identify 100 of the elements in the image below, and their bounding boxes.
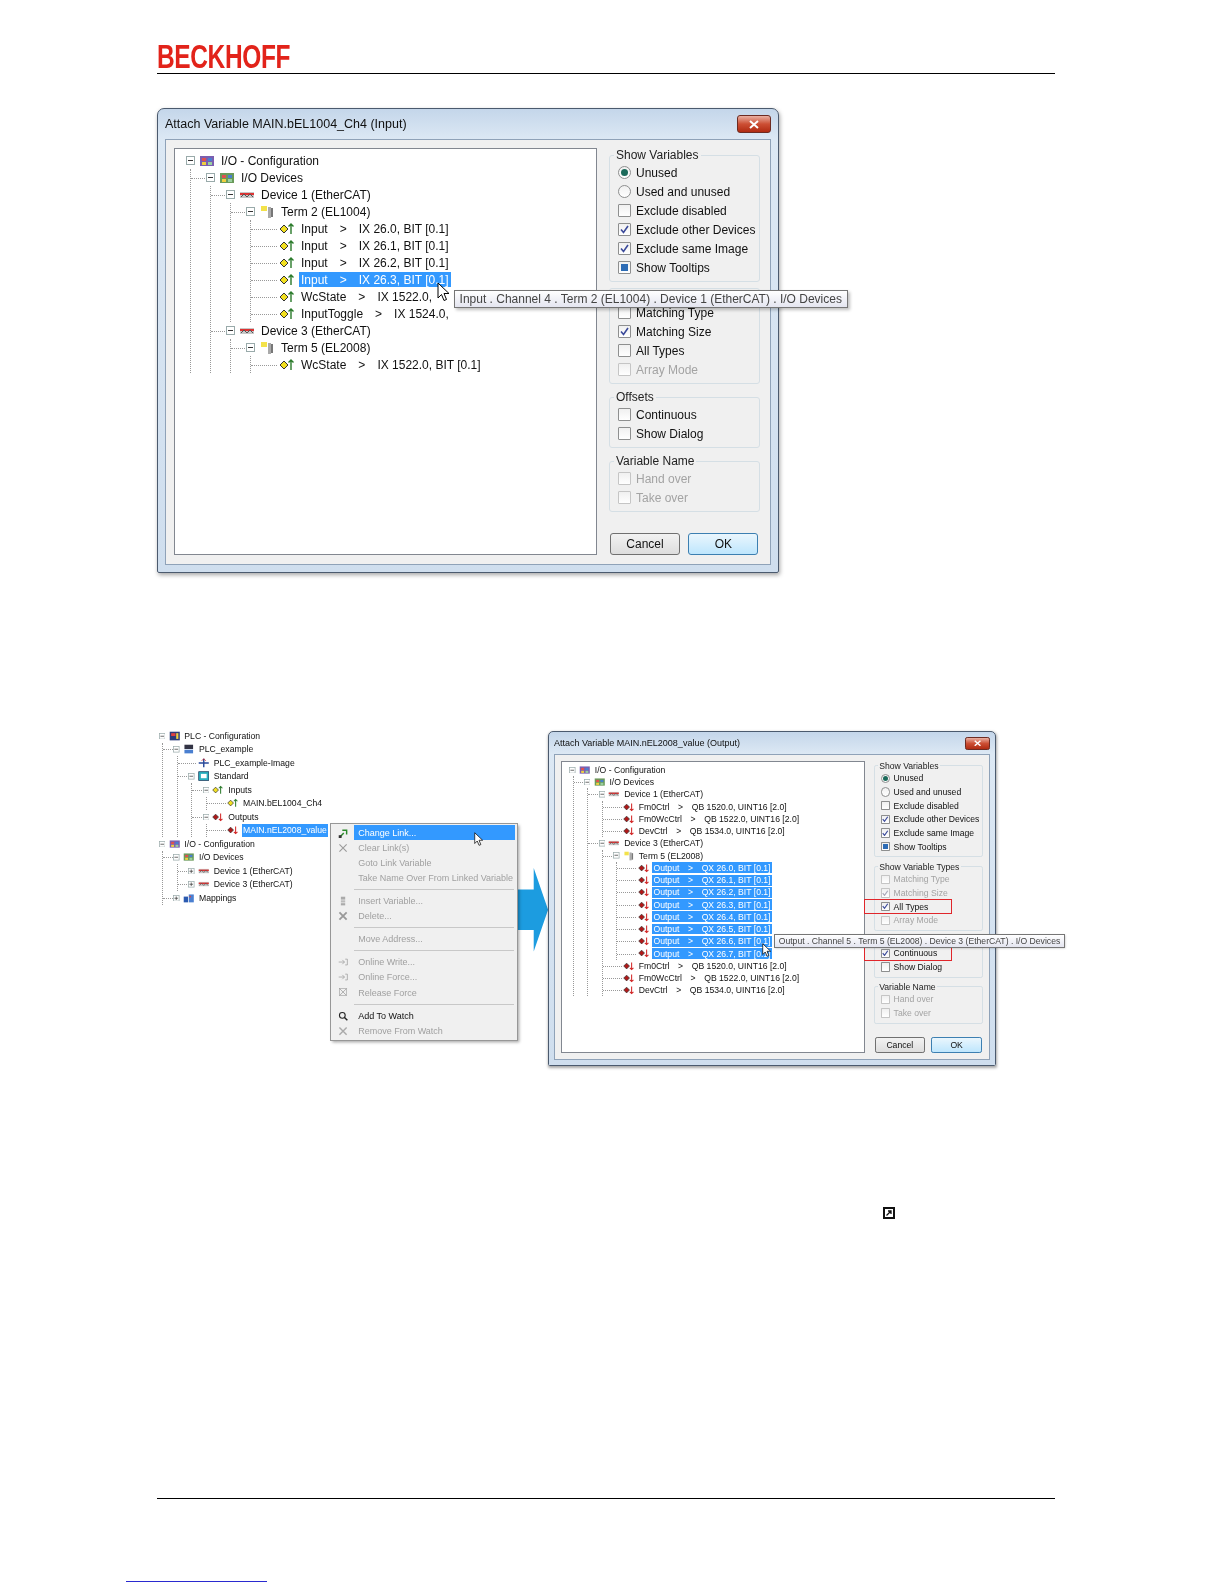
- checkbox[interactable]: [880, 948, 890, 958]
- checkbox[interactable]: [618, 427, 631, 440]
- tree-item[interactable]: I/O - Configuration: [593, 764, 667, 776]
- tree-item[interactable]: InputToggle > IX 1524.0,: [299, 306, 451, 321]
- tree-item[interactable]: WcState > IX 1522.0, BIT [0.1]: [299, 357, 483, 372]
- tree-item[interactable]: PLC - Configuration: [182, 729, 262, 742]
- checkbox[interactable]: [880, 962, 890, 972]
- close-button[interactable]: [737, 115, 771, 133]
- option-label: Matching Type: [893, 874, 950, 885]
- checkbox[interactable]: [618, 325, 631, 338]
- tree-item[interactable]: Fm0Ctrl > QB 1520.0, UINT16 [2.0]: [637, 960, 789, 972]
- tree-item[interactable]: Device 3 (EtherCAT): [212, 878, 294, 891]
- tree-item[interactable]: Input > IX 26.0, BIT [0.1]: [299, 221, 451, 236]
- expand-toggle[interactable]: [173, 894, 180, 902]
- checkbox[interactable]: [880, 901, 890, 912]
- expand-toggle[interactable]: [188, 867, 195, 875]
- tooltip: Input . Channel 4 . Term 2 (EL1004) . Device 1 (EtherCAT) . I/O Devices: [453, 290, 848, 308]
- expand-toggle[interactable]: [202, 813, 210, 821]
- tree-item[interactable]: Term 5 (EL2008): [637, 850, 705, 862]
- group-title: Variable Name: [878, 981, 937, 992]
- checkbox[interactable]: [880, 828, 890, 838]
- tree-item[interactable]: DevCtrl > QB 1534.0, UINT16 [2.0]: [637, 984, 787, 996]
- dialog-button[interactable]: OK: [931, 1036, 982, 1053]
- tree-item[interactable]: Fm0Ctrl > QB 1520.0, UINT16 [2.0]: [637, 801, 789, 813]
- expand-toggle[interactable]: [185, 156, 195, 165]
- expand-toggle[interactable]: [613, 852, 620, 859]
- tree-item[interactable]: I/O Devices: [197, 851, 245, 864]
- expand-toggle[interactable]: [225, 326, 235, 335]
- checkbox[interactable]: [880, 814, 890, 824]
- dialog-button[interactable]: Cancel: [874, 1036, 925, 1053]
- tree-item[interactable]: I/O - Configuration: [182, 837, 257, 850]
- tree-item[interactable]: PLC_example: [197, 743, 255, 756]
- close-button[interactable]: [965, 736, 990, 750]
- radio-button[interactable]: [618, 166, 631, 179]
- tree-item[interactable]: Device 1 (EtherCAT): [212, 864, 294, 877]
- expand-toggle[interactable]: [173, 854, 180, 861]
- expand-toggle[interactable]: [598, 840, 606, 847]
- tree-item[interactable]: I/O - Configuration: [219, 153, 322, 168]
- tree-item[interactable]: PLC_example-Image: [212, 756, 297, 769]
- tree-item[interactable]: I/O Devices: [239, 170, 305, 185]
- tree-item[interactable]: Fm0WcCtrl > QB 1522.0, UINT16 [2.0]: [637, 972, 801, 984]
- tree-item[interactable]: Fm0WcCtrl > QB 1522.0, UINT16 [2.0]: [637, 813, 801, 825]
- expand-toggle[interactable]: [598, 791, 606, 798]
- dialog-button[interactable]: OK: [688, 533, 759, 555]
- group-title: Show Variables: [878, 760, 940, 771]
- dialog-button[interactable]: Cancel: [610, 533, 680, 555]
- checkbox[interactable]: [618, 261, 631, 274]
- radio-button[interactable]: [880, 787, 890, 797]
- expand-toggle[interactable]: [245, 343, 255, 352]
- expand-toggle[interactable]: [188, 881, 195, 888]
- option-label: Hand over: [893, 994, 934, 1005]
- tree-item[interactable]: Device 3 (EtherCAT): [259, 323, 373, 338]
- tree-item[interactable]: Device 1 (EtherCAT): [622, 789, 705, 800]
- tree-item[interactable]: WcState > IX 1522.0,: [299, 289, 435, 304]
- tree-item[interactable]: Input > IX 26.1, BIT [0.1]: [299, 238, 451, 253]
- expand-toggle[interactable]: [158, 732, 166, 740]
- cross-icon: [197, 757, 210, 768]
- tree-item[interactable]: Input > IX 26.2, BIT [0.1]: [299, 255, 451, 270]
- logo: BECKHOFF: [157, 42, 291, 70]
- diamond-arrow-icon: [279, 357, 295, 372]
- checkbox[interactable]: [618, 223, 631, 236]
- tree-item[interactable]: I/O Devices: [608, 776, 656, 788]
- expand-toggle[interactable]: [225, 190, 235, 199]
- checkbox[interactable]: [618, 204, 631, 217]
- diamond-arrow-icon: [279, 221, 295, 236]
- tree-item[interactable]: Mappings: [197, 891, 238, 904]
- checkbox[interactable]: [618, 408, 631, 421]
- tree-item[interactable]: Outputs: [226, 810, 260, 823]
- expand-toggle[interactable]: [188, 773, 195, 780]
- tooltip: Output . Channel 5 . Term 5 (EL2008) . Device 3 (EtherCAT) . I/O Devices: [774, 934, 1065, 948]
- checkbox[interactable]: [618, 242, 631, 255]
- expand-toggle[interactable]: [158, 840, 166, 848]
- expand-toggle[interactable]: [569, 766, 576, 774]
- close-icon: [749, 119, 759, 129]
- checkbox[interactable]: [880, 841, 890, 852]
- menu-item[interactable]: Add To Watch: [332, 1008, 516, 1024]
- radio-button[interactable]: [880, 773, 890, 783]
- tree-item[interactable]: MAIN.bEL1004_Ch4: [241, 797, 324, 810]
- radio-button[interactable]: [618, 185, 631, 198]
- expand-toggle[interactable]: [583, 779, 591, 786]
- cursor-icon: [474, 832, 484, 847]
- tree-item[interactable]: Term 5 (EL2008): [279, 340, 373, 355]
- checkbox[interactable]: [618, 344, 631, 357]
- tree-item[interactable]: Device 3 (EtherCAT): [622, 838, 705, 849]
- checkbox[interactable]: [880, 800, 890, 811]
- expand-toggle[interactable]: [202, 786, 210, 794]
- expand-toggle[interactable]: [245, 207, 255, 216]
- tree-item[interactable]: Term 2 (EL1004): [279, 204, 373, 219]
- group-title: Offsets: [615, 390, 655, 404]
- tree-item[interactable]: DevCtrl > QB 1534.0, UINT16 [2.0]: [637, 825, 787, 837]
- expand-toggle[interactable]: [173, 746, 180, 753]
- expand-toggle[interactable]: [205, 173, 215, 182]
- window-icon: [197, 771, 210, 782]
- diamond-arrow-icon: [637, 887, 650, 898]
- external-link-icon[interactable]: [883, 1207, 895, 1220]
- option-label: Array Mode: [893, 915, 939, 926]
- tree-item[interactable]: Standard: [212, 770, 251, 783]
- tree-item[interactable]: Inputs: [226, 783, 254, 796]
- option-label: Matching Type: [636, 305, 714, 320]
- tree-item[interactable]: Device 1 (EtherCAT): [259, 187, 373, 202]
